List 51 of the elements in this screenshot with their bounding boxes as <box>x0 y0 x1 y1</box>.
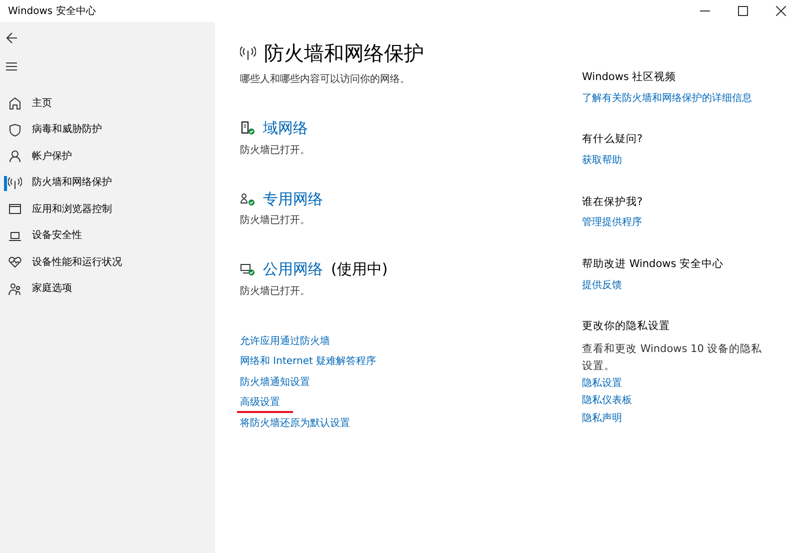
firewall-status: 防火墙已打开。 <box>240 284 311 298</box>
menu-icon <box>6 62 17 70</box>
monitor-icon <box>240 262 255 276</box>
help-link[interactable]: 隐私声明 <box>582 412 622 424</box>
people-icon <box>8 282 22 296</box>
help-link[interactable]: 隐私设置 <box>582 378 622 389</box>
close-icon <box>776 6 786 16</box>
back-arrow-icon <box>6 32 18 44</box>
in-use-label: (使用中) <box>331 259 388 280</box>
settings-link[interactable]: 网络和 Internet 疑难解答程序 <box>240 356 376 367</box>
help-link[interactable]: 管理提供程序 <box>582 217 642 228</box>
maximize-icon <box>738 6 748 16</box>
section-heading: Windows 社区视频 <box>582 70 678 85</box>
sidebar-item[interactable]: 家庭选项 <box>0 276 215 302</box>
section-description: 查看和更改 Windows 10 设备的隐私设置。 <box>582 342 764 374</box>
sidebar-item[interactable]: 病毒和威胁防护 <box>0 116 215 143</box>
help-link[interactable]: 了解有关防火墙和网络保护的详细信息 <box>582 92 752 104</box>
person-icon <box>8 149 22 164</box>
settings-link[interactable]: 高级设置 <box>240 397 280 408</box>
section-heading: 谁在保护我? <box>582 194 644 210</box>
home-icon <box>8 96 22 110</box>
page-subtitle: 哪些人和哪些内容可以访问你的网络。 <box>240 72 411 87</box>
page-title: 防火墙和网络保护 <box>264 40 424 67</box>
network-link[interactable]: 专用网络 <box>263 188 323 210</box>
firewall-status: 防火墙已打开。 <box>240 214 311 228</box>
help-link[interactable]: 隐私仪表板 <box>582 395 632 406</box>
antenna-icon <box>240 45 256 61</box>
help-link[interactable]: 提供反馈 <box>582 280 622 290</box>
settings-link[interactable]: 允许应用通过防火墙 <box>240 336 330 346</box>
section-heading: 更改你的隐私设置 <box>582 319 671 334</box>
shield-icon <box>8 122 22 137</box>
sidebar-item[interactable]: 防火墙和网络保护 <box>0 170 215 196</box>
network-link[interactable]: 公用网络 <box>263 258 323 280</box>
server-icon <box>240 121 255 136</box>
settings-link[interactable]: 将防火墙还原为默认设置 <box>240 418 350 428</box>
settings-link[interactable]: 防火墙通知设置 <box>240 376 310 388</box>
people-icon <box>240 192 255 206</box>
antenna-icon <box>8 176 22 190</box>
sidebar-item[interactable]: 设备性能和运行状况 <box>0 249 215 276</box>
window-icon <box>8 202 22 216</box>
section-heading: 帮助改进 Windows 安全中心 <box>582 256 725 272</box>
help-link[interactable]: 获取帮助 <box>582 155 622 166</box>
sidebar-item[interactable]: 帐户保护 <box>0 143 215 170</box>
section-heading: 有什么疑问? <box>582 132 644 148</box>
sidebar-item[interactable]: 应用和浏览器控制 <box>0 196 215 222</box>
network-link[interactable]: 域网络 <box>263 117 308 140</box>
firewall-status: 防火墙已打开。 <box>240 144 311 158</box>
sidebar-item[interactable]: 主页 <box>0 90 215 116</box>
window-title: Windows 安全中心 <box>7 4 96 18</box>
sidebar-item[interactable]: 设备安全性 <box>0 222 215 249</box>
heart-icon <box>8 255 22 270</box>
